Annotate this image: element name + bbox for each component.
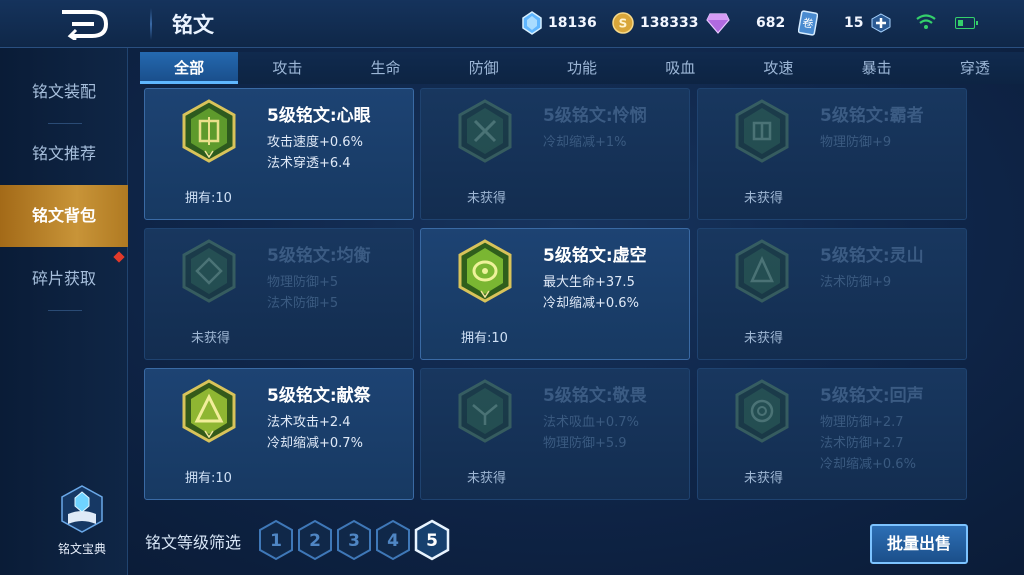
svg-text:4: 4: [387, 531, 399, 551]
tab-attack[interactable]: 攻击: [238, 52, 336, 84]
inscription-gem-icon: [458, 379, 512, 443]
resource-diamond: 682: [706, 11, 785, 35]
level-filter-4[interactable]: 4: [375, 519, 411, 561]
inscription-gem-icon: [735, 239, 789, 303]
coin-icon: S: [612, 12, 634, 34]
tab-penetration[interactable]: 穿透: [926, 52, 1024, 84]
wifi-icon: [916, 14, 936, 29]
diamond-icon: [706, 13, 730, 34]
tab-attack-speed[interactable]: 攻速: [729, 52, 827, 84]
inscription-card[interactable]: 5级铭文:献祭 法术攻击+2.4 冷却缩减+0.7% 拥有:10: [144, 368, 414, 500]
inscription-gem-icon: [182, 379, 236, 443]
title-divider: [150, 8, 152, 40]
sidebar-item-loadout[interactable]: 铭文装配: [0, 61, 128, 123]
bulk-sell-button[interactable]: 批量出售: [870, 524, 968, 564]
level-filter-1[interactable]: 1: [258, 519, 294, 561]
inscription-gem-icon: [182, 239, 236, 303]
inscription-card[interactable]: 5级铭文:敬畏 法术吸血+0.7% 物理防御+5.9 未获得: [420, 368, 690, 500]
inscription-card[interactable]: 5级铭文:虚空 最大生命+37.5 冷却缩减+0.6% 拥有:10: [420, 228, 690, 360]
codex-book-icon: [61, 485, 103, 533]
sidebar-item-inventory[interactable]: 铭文背包: [0, 185, 128, 247]
tab-health[interactable]: 生命: [336, 52, 434, 84]
svg-text:2: 2: [309, 531, 321, 551]
crystal-icon: [522, 11, 542, 35]
tab-crit[interactable]: 暴击: [828, 52, 926, 84]
battery-icon: [955, 17, 978, 29]
inscription-card[interactable]: 5级铭文:回声 物理防御+2.7 法术防御+2.7 冷却缩减+0.6% 未获得: [697, 368, 967, 500]
inscription-gem-icon: [735, 379, 789, 443]
page-title: 铭文: [172, 13, 214, 37]
svg-text:S: S: [619, 17, 628, 31]
inscription-card[interactable]: 5级铭文:均衡 物理防御+5 法术防御+5 未获得: [144, 228, 414, 360]
resource-coin: S 138333: [612, 11, 698, 35]
svg-text:3: 3: [348, 531, 360, 551]
tab-utility[interactable]: 功能: [533, 52, 631, 84]
inscription-gem-icon: [458, 239, 512, 303]
level-filter-label: 铭文等级筛选: [145, 533, 242, 552]
inscription-card[interactable]: 5级铭文:霸者 物理防御+9 未获得: [697, 88, 967, 220]
level-filter-3[interactable]: 3: [336, 519, 372, 561]
sidebar-item-recommend[interactable]: 铭文推荐: [0, 123, 128, 185]
resource-voucher: 卷 15: [798, 10, 891, 36]
top-bar: 铭文 18136 S 138333 682 卷 15: [0, 0, 1024, 48]
inscription-card[interactable]: 5级铭文:怜悯 冷却缩减+1% 未获得: [420, 88, 690, 220]
inscription-gem-icon: [458, 99, 512, 163]
level-filter-2[interactable]: 2: [297, 519, 333, 561]
svg-text:5: 5: [426, 531, 438, 551]
tab-lifesteal[interactable]: 吸血: [631, 52, 729, 84]
tab-all[interactable]: 全部: [140, 52, 239, 84]
sidebar-item-fragments[interactable]: 碎片获取: [0, 248, 128, 310]
voucher-card-icon: 卷: [798, 10, 818, 36]
sidebar-divider: [48, 310, 82, 311]
back-arrow-icon[interactable]: [58, 8, 114, 40]
resource-crystal: 18136: [522, 11, 597, 35]
svg-text:1: 1: [270, 531, 282, 551]
level-filter-5[interactable]: 5: [414, 519, 450, 561]
add-voucher-plus-icon[interactable]: [871, 13, 891, 33]
inscription-card[interactable]: 5级铭文:心眼 攻击速度+0.6% 法术穿透+6.4 拥有:10: [144, 88, 414, 220]
inscription-gem-icon: [182, 99, 236, 163]
category-tabs: 全部 攻击 生命 防御 功能 吸血 攻速 暴击 穿透: [140, 52, 1024, 84]
inscription-card[interactable]: 5级铭文:灵山 法术防御+9 未获得: [697, 228, 967, 360]
codex-button[interactable]: 铭文宝典: [52, 484, 112, 557]
tab-defense[interactable]: 防御: [435, 52, 533, 84]
inscription-gem-icon: [735, 99, 789, 163]
